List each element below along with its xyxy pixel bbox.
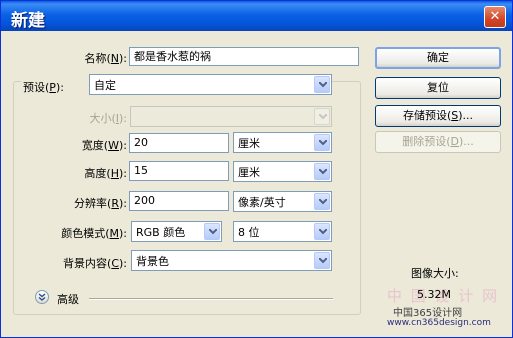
chevron-down-icon[interactable]: [314, 163, 330, 180]
color-mode-select[interactable]: RGB 颜色: [131, 221, 222, 242]
watermark: 中 国 设 计 网 5.32M 中国365设计网 www.cn365design…: [387, 285, 513, 335]
background-select[interactable]: 背景色: [131, 250, 332, 271]
close-icon: ✕: [489, 9, 501, 24]
chevron-down-icon[interactable]: [314, 252, 330, 269]
bit-depth-select[interactable]: 8 位: [233, 221, 332, 242]
width-unit-value: 厘米: [238, 137, 260, 150]
image-size-value: 5.32M: [417, 288, 451, 301]
resolution-unit-select[interactable]: 像素/英寸: [233, 191, 332, 212]
advanced-divider: [89, 298, 333, 300]
width-label: 宽度(W):: [41, 137, 127, 153]
width-hotkey: W: [108, 139, 119, 152]
height-label-suffix: ):: [119, 167, 127, 180]
resolution-label-suffix: ):: [119, 197, 127, 210]
name-input[interactable]: 都是香水惹的祸: [129, 47, 359, 66]
background-value: 背景色: [136, 255, 169, 268]
dialog-title: 新建: [11, 11, 45, 31]
save-preset-text: 存储预设(: [402, 109, 452, 122]
resolution-unit-value: 像素/英寸: [238, 196, 286, 209]
chevron-down-icon[interactable]: [314, 76, 330, 93]
chevron-down-icon[interactable]: [204, 223, 220, 240]
image-size-label: 图像大小:: [411, 267, 459, 280]
name-label-suffix: ):: [119, 52, 127, 65]
size-label: 大小(I):: [41, 110, 127, 126]
title-bar[interactable]: 新建 ✕: [1, 1, 512, 31]
save-preset-button[interactable]: 存储预设(S)...: [375, 105, 501, 127]
background-label-suffix: ):: [119, 257, 127, 270]
ok-button[interactable]: 确定: [375, 47, 501, 69]
size-label-text: 大小(: [89, 112, 116, 125]
background-label: 背景内容(C):: [31, 255, 127, 271]
size-label-suffix: ):: [119, 112, 127, 125]
new-document-dialog: 新建 ✕ 名称(N): 都是香水惹的祸 预设(P): 自定 大小(I): 宽度(…: [0, 0, 513, 338]
chevron-down-icon[interactable]: [314, 223, 330, 240]
width-input[interactable]: 20: [129, 133, 229, 153]
width-label-text: 宽度(: [81, 139, 109, 152]
delete-preset-suffix: )...: [459, 135, 474, 148]
color-mode-value: RGB 颜色: [136, 226, 186, 239]
height-input[interactable]: 15: [129, 161, 229, 181]
chevron-down-icon[interactable]: [314, 134, 330, 151]
preset-label: 预设(P):: [21, 79, 89, 95]
name-label-text: 名称(: [84, 52, 111, 65]
preset-hotkey: P: [49, 81, 56, 94]
color-mode-label-text: 颜色模式(: [61, 227, 110, 240]
resolution-input[interactable]: 200: [129, 191, 229, 211]
reset-button[interactable]: 复位: [375, 77, 501, 99]
bit-depth-value: 8 位: [238, 226, 260, 239]
chevron-down-icon: [314, 108, 330, 125]
height-unit-select[interactable]: 厘米: [233, 161, 332, 182]
resolution-hotkey: R: [111, 197, 119, 210]
resolution-label: 分辨率(R):: [41, 195, 127, 211]
height-hotkey: H: [110, 167, 119, 180]
color-mode-label: 颜色模式(M):: [31, 225, 127, 241]
delete-preset-text: 删除预设(: [402, 135, 451, 148]
double-chevron-down-icon: [38, 293, 46, 301]
name-hotkey: N: [110, 52, 119, 65]
background-label-text: 背景内容(: [63, 257, 112, 270]
size-select: [130, 106, 332, 127]
preset-label-suffix: ):: [55, 81, 64, 94]
advanced-label[interactable]: 高级: [57, 291, 79, 307]
background-hotkey: C: [111, 257, 119, 270]
delete-preset-button: 删除预设(D)...: [375, 131, 501, 153]
preset-label-text: 预设(: [23, 81, 50, 94]
resolution-label-text: 分辨率(: [74, 197, 112, 210]
width-label-suffix: ):: [119, 139, 127, 152]
delete-preset-hotkey: D: [450, 135, 459, 148]
close-button[interactable]: ✕: [484, 6, 506, 28]
watermark-line1: 中国365设计网: [393, 308, 463, 319]
width-unit-select[interactable]: 厘米: [233, 132, 332, 153]
color-mode-hotkey: M: [109, 227, 120, 240]
preset-select[interactable]: 自定: [89, 74, 332, 95]
save-preset-suffix: )...: [458, 109, 474, 122]
height-unit-value: 厘米: [238, 166, 260, 179]
name-label: 名称(N):: [41, 50, 127, 66]
height-label-text: 高度(: [84, 167, 111, 180]
height-label: 高度(H):: [41, 165, 127, 181]
color-mode-label-suffix: ):: [119, 227, 127, 240]
watermark-line2: www.cn365design.com: [387, 318, 491, 328]
preset-value: 自定: [94, 79, 116, 92]
advanced-toggle-button[interactable]: [35, 290, 49, 304]
chevron-down-icon[interactable]: [314, 193, 330, 210]
